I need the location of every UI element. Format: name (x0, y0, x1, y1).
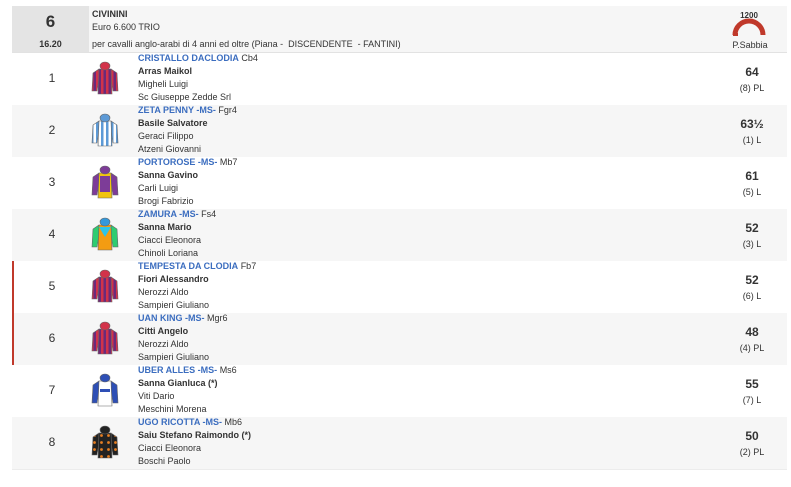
runner-jockey: Fiori Alessandro (138, 274, 209, 284)
track-distance-icon: 1200 (732, 11, 766, 36)
runner-form: (2) PL (739, 447, 765, 457)
runner-weight: 64 (745, 65, 759, 79)
silks-purple-red-stripes-icon (91, 269, 119, 303)
runner-horse: ZAMURA -MS- Fs4 (138, 209, 216, 219)
runner-weight: 50 (745, 429, 759, 443)
runner-owner: Meschini Morena (138, 404, 207, 414)
silks-blue-white-icon (91, 373, 119, 407)
horse-code: Ms6 (219, 365, 237, 375)
runner-row[interactable]: 8 UGO RICOTTA -MS- Mb6 Saiu Stefano Raimon… (12, 417, 787, 470)
runner-owner: Boschi Paolo (138, 456, 191, 466)
runner-weight: 52 (745, 221, 759, 235)
runner-row[interactable]: 3 PORTOROSE -MS- Mb7 Sanna Gavino Carli Lui… (12, 157, 787, 210)
runner-position: 1 (48, 71, 56, 85)
runner-weight: 55 (745, 377, 759, 391)
horse-name-link[interactable]: UGO RICOTTA -MS- (138, 417, 222, 427)
runner-row[interactable]: 4 ZAMURA -MS- Fs4 Sanna Mario Ciacci Eleono… (12, 209, 787, 262)
runner-owner: Sc Giuseppe Zedde Srl (138, 92, 232, 102)
runner-row[interactable]: 5 TEMPESTA DA CLODIA Fb7 Fiori Alessandro N… (12, 261, 787, 314)
runner-horse: CRISTALLO DACLODIA Cb4 (138, 53, 258, 63)
runner-trainer: Nerozzi Aldo (138, 339, 189, 349)
horse-code: Cb4 (241, 53, 258, 63)
runner-jockey: Basile Salvatore (138, 118, 208, 128)
runner-position: 8 (48, 435, 56, 449)
runner-position: 7 (48, 383, 56, 397)
runner-form: (5) L (742, 187, 762, 197)
runner-trainer: Viti Dario (138, 391, 175, 401)
runner-row[interactable]: 7 UBER ALLES -MS- Ms6 Sanna Gianluca (*) Vi… (12, 365, 787, 418)
runner-weight: 61 (745, 169, 759, 183)
track-distance-text: 1200 (740, 11, 758, 20)
runner-horse: ZETA PENNY -MS- Fgr4 (138, 105, 237, 115)
runner-row[interactable]: 2 ZETA PENNY -MS- Fgr4 Basile Salvatore Ger… (12, 105, 787, 158)
runner-form: (4) PL (739, 343, 765, 353)
runner-form: (8) PL (739, 83, 765, 93)
runner-form: (6) L (742, 291, 762, 301)
runner-position: 4 (48, 227, 56, 241)
runner-jockey: Sanna Mario (138, 222, 192, 232)
runner-jockey: Citti Angelo (138, 326, 189, 336)
race-time: 16.20 (39, 39, 62, 49)
silks-black-orange-dots-icon (91, 425, 119, 459)
runner-form: (3) L (742, 239, 762, 249)
race-number: 6 (45, 12, 56, 31)
runner-row[interactable]: 1 CRISTALLO DACLODIA Cb4 Arras Maikol Mighe… (12, 53, 787, 106)
runner-owner: Brogi Fabrizio (138, 196, 194, 206)
runner-owner: Sampieri Giuliano (138, 300, 210, 310)
runner-position: 3 (48, 175, 56, 189)
runner-form: (7) L (742, 395, 762, 405)
runner-trainer: Nerozzi Aldo (138, 287, 189, 297)
runner-owner: Chinoli Loriana (138, 248, 199, 258)
runner-position: 2 (48, 123, 56, 137)
horse-code: Mb7 (219, 157, 238, 167)
race-card: 6 16.20 CIVININI Euro 6.600 TRIO per cav… (12, 6, 787, 473)
runner-trainer: Carli Luigi (138, 183, 179, 193)
horse-code: Mgr6 (207, 313, 228, 323)
horse-code: Fb7 (240, 261, 257, 271)
silks-lightblue-white-stripes-icon (91, 113, 119, 147)
horse-code: Mb6 (224, 417, 243, 427)
race-prize: Euro 6.600 TRIO (92, 22, 160, 32)
horse-name-link[interactable]: ZETA PENNY -MS- (138, 105, 216, 115)
silks-purple-red-stripes-icon (91, 61, 119, 95)
runner-position: 5 (48, 279, 56, 293)
runner-horse: UBER ALLES -MS- Ms6 (138, 365, 237, 375)
runner-horse: TEMPESTA DA CLODIA Fb7 (138, 261, 256, 271)
silks-cyan-orange-green-icon (91, 217, 119, 251)
runner-owner: Sampieri Giuliano (138, 352, 210, 362)
runner-horse: UGO RICOTTA -MS- Mb6 (138, 417, 242, 427)
runner-row[interactable]: 6 UAN KING -MS- Mgr6 Citti Angelo Nerozzi A… (12, 313, 787, 366)
runner-form: (1) L (742, 135, 762, 145)
runner-weight: 63½ (740, 117, 764, 131)
runner-jockey: Sanna Gianluca (*) (138, 378, 218, 388)
horse-code: Fgr4 (218, 105, 237, 115)
runner-jockey: Saiu Stefano Raimondo (*) (138, 430, 252, 440)
runner-trainer: Ciacci Eleonora (138, 443, 202, 453)
runner-jockey: Arras Maikol (138, 66, 193, 76)
runner-weight: 52 (745, 273, 759, 287)
race-number-box: 6 16.20 (12, 6, 89, 52)
horse-name-link[interactable]: TEMPESTA DA CLODIA (138, 261, 238, 271)
track-label: P.Sabbia (732, 40, 768, 50)
runner-jockey: Sanna Gavino (138, 170, 199, 180)
runner-owner: Atzeni Giovanni (138, 144, 202, 154)
runner-trainer: Ciacci Eleonora (138, 235, 202, 245)
race-name: CIVININI (92, 9, 128, 19)
horse-code: Fs4 (201, 209, 217, 219)
horse-name-link[interactable]: PORTOROSE -MS- (138, 157, 217, 167)
runner-position: 6 (48, 331, 56, 345)
horse-name-link[interactable]: UAN KING -MS- (138, 313, 205, 323)
horse-name-link[interactable]: ZAMURA -MS- (138, 209, 199, 219)
runner-weight: 48 (745, 325, 759, 339)
runner-trainer: Migheli Luigi (138, 79, 189, 89)
race-conditions: per cavalli anglo-arabi di 4 anni ed olt… (92, 39, 401, 49)
horse-name-link[interactable]: CRISTALLO DACLODIA (138, 53, 239, 63)
runner-horse: PORTOROSE -MS- Mb7 (138, 157, 237, 167)
runner-horse: UAN KING -MS- Mgr6 (138, 313, 228, 323)
silks-purple-red-stripes-icon (91, 321, 119, 355)
runner-trainer: Geraci Filippo (138, 131, 194, 141)
silks-purple-yellow-icon (91, 165, 119, 199)
horse-name-link[interactable]: UBER ALLES -MS- (138, 365, 217, 375)
race-header: 6 16.20 CIVININI Euro 6.600 TRIO per cav… (12, 6, 787, 53)
